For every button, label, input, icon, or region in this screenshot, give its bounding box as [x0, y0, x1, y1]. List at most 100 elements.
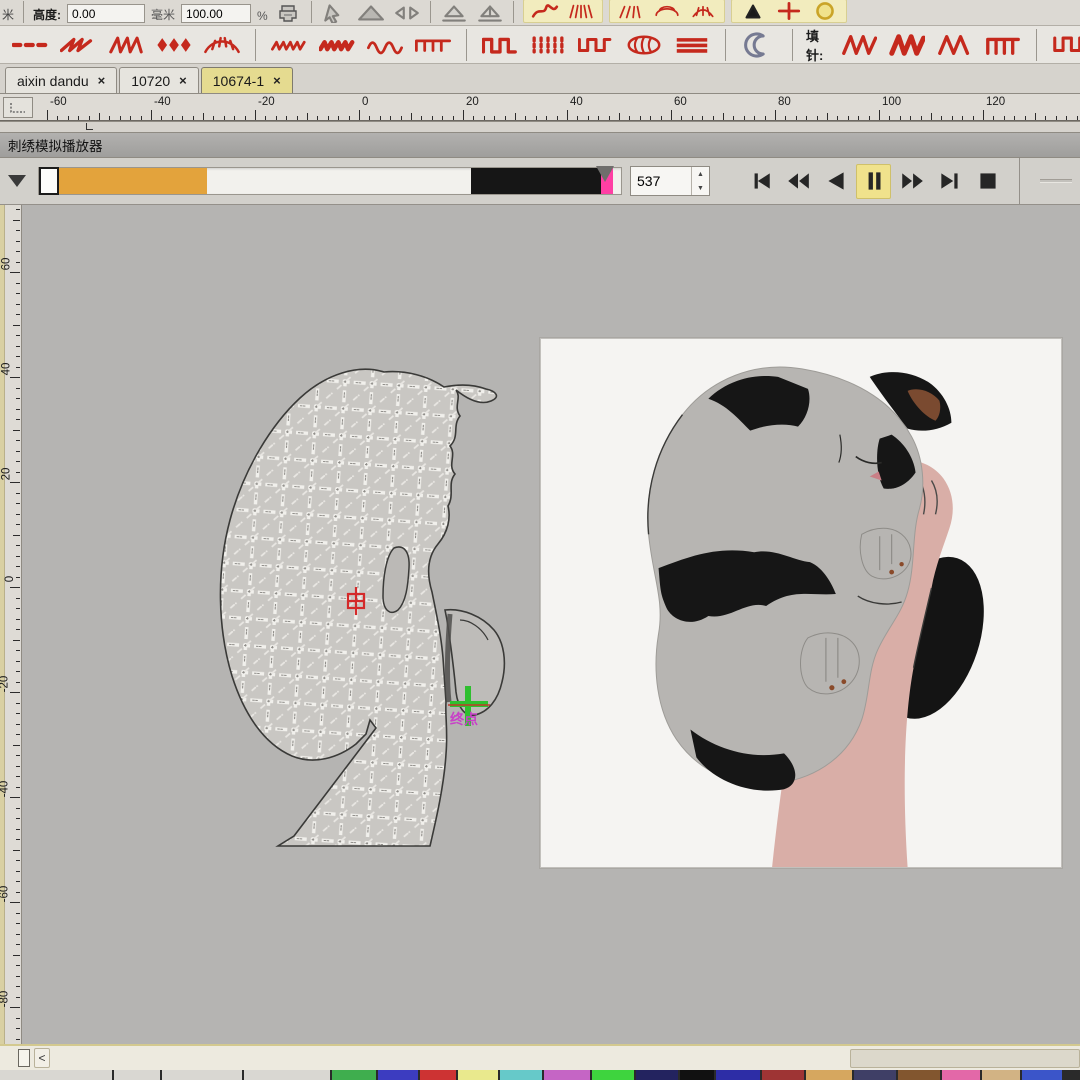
progress-start-handle[interactable] [39, 167, 59, 195]
clipped-unit-label: 米 [0, 6, 14, 23]
red-fringe-2-icon[interactable] [617, 1, 645, 21]
stitch-comb-top-icon[interactable] [415, 32, 451, 58]
scroll-left-button[interactable]: < [34, 1048, 50, 1068]
stitch-mm-icon[interactable] [937, 32, 973, 58]
underline-triangle-2-icon[interactable] [476, 3, 504, 23]
thread-color-swatch[interactable] [982, 1070, 1020, 1080]
yellow-circle-icon[interactable] [811, 1, 839, 21]
page-corner-icon [18, 1049, 30, 1067]
moon-crescent-icon[interactable] [741, 32, 777, 58]
thread-color-swatch[interactable] [162, 1070, 242, 1080]
stitch-fan-icon[interactable] [204, 32, 240, 58]
skip-start-button[interactable] [742, 164, 777, 199]
printer-icon[interactable] [274, 3, 302, 23]
progress-position-marker[interactable] [596, 166, 614, 182]
tab-close-icon[interactable]: × [179, 73, 187, 88]
stitch-wm-icon[interactable] [841, 32, 877, 58]
stitch-dot-columns-icon[interactable] [530, 32, 566, 58]
stitch-progress-track[interactable] [38, 167, 622, 195]
design-canvas[interactable]: 6040200-20-40-60-80 [0, 205, 1080, 1044]
underline-triangle-icon[interactable] [440, 3, 468, 23]
thread-color-swatch[interactable] [458, 1070, 498, 1080]
cursor-arrow-icon[interactable] [321, 3, 349, 23]
tab-close-icon[interactable]: × [273, 73, 281, 88]
stitch-dashes-icon[interactable] [12, 32, 48, 58]
height-input[interactable] [67, 4, 145, 23]
stitch-coil-icon[interactable] [626, 32, 662, 58]
stitch-wave-icon[interactable] [367, 32, 403, 58]
tab-close-icon[interactable]: × [98, 73, 106, 88]
stitch-zigzag-slant-icon[interactable] [60, 32, 96, 58]
stitch-number-spinner: ▲ ▼ [630, 166, 710, 196]
divider [1036, 29, 1037, 61]
fast-forward-button[interactable] [894, 164, 929, 199]
skip-end-button[interactable] [932, 164, 967, 199]
play-reverse-button[interactable] [818, 164, 853, 199]
divider [466, 29, 467, 61]
thread-color-swatch[interactable] [806, 1070, 852, 1080]
stitch-zigzag-dense-icon[interactable] [319, 32, 355, 58]
stitch-comb-vertical-icon[interactable] [985, 32, 1021, 58]
stitch-u-pulse-icon[interactable] [578, 32, 614, 58]
red-plus-icon[interactable] [775, 1, 803, 21]
flip-arrows-icon[interactable] [393, 3, 421, 23]
red-scribble-icon[interactable] [531, 1, 559, 21]
scale-input[interactable] [181, 4, 251, 23]
player-controls: ▲ ▼ [0, 158, 1080, 205]
ruler-origin-button[interactable] [3, 97, 33, 118]
pause-button[interactable] [856, 164, 891, 199]
stitch-number-input[interactable] [631, 167, 691, 195]
stitch-wm-bold-icon[interactable] [889, 32, 925, 58]
tab-aixin-dandu[interactable]: aixin dandu× [5, 67, 117, 93]
thread-color-swatch[interactable] [898, 1070, 940, 1080]
thread-color-swatch[interactable] [592, 1070, 634, 1080]
thread-color-swatch[interactable] [378, 1070, 418, 1080]
red-fringe-icon[interactable] [567, 1, 595, 21]
vertical-ruler: 6040200-20-40-60-80 [0, 205, 22, 1044]
stitch-h-bars-icon[interactable] [674, 32, 710, 58]
dropdown-triangle-icon[interactable] [4, 168, 30, 194]
divider [1019, 158, 1020, 204]
thread-color-swatch[interactable] [500, 1070, 542, 1080]
red-fringe-3-icon[interactable] [689, 1, 717, 21]
thread-color-swatch[interactable] [420, 1070, 456, 1080]
spin-up-icon[interactable]: ▲ [692, 167, 709, 181]
thread-color-swatch[interactable] [114, 1070, 160, 1080]
dark-stitch-strip [447, 614, 450, 702]
thread-color-swatch[interactable] [716, 1070, 760, 1080]
stitch-u-square-icon[interactable] [1052, 32, 1080, 58]
thread-color-swatch[interactable] [1022, 1070, 1062, 1080]
speed-slider[interactable] [1040, 179, 1072, 183]
toolbar1-group-e [731, 0, 847, 23]
thread-color-swatch[interactable] [942, 1070, 980, 1080]
tab-10674-1[interactable]: 10674-1 × [201, 67, 293, 93]
stitch-group-2 [259, 32, 463, 58]
height-label: 高度: [33, 6, 61, 23]
tab-10720[interactable]: 10720× [119, 67, 199, 93]
stitch-hatch-w-icon[interactable] [108, 32, 144, 58]
hruler-label: 20 [466, 96, 479, 108]
thread-color-swatch[interactable] [544, 1070, 590, 1080]
thread-color-swatch[interactable] [762, 1070, 804, 1080]
thread-color-swatch[interactable] [244, 1070, 330, 1080]
red-arc-icon[interactable] [653, 1, 681, 21]
divider [311, 1, 312, 23]
rewind-button[interactable] [780, 164, 815, 199]
stitch-zigzag-small-icon[interactable] [271, 32, 307, 58]
thread-color-swatch[interactable] [332, 1070, 376, 1080]
thread-color-swatch[interactable] [636, 1070, 678, 1080]
scrollbar-thumb[interactable] [850, 1049, 1080, 1068]
stitch-square-wave-icon[interactable] [482, 32, 518, 58]
stop-button[interactable] [970, 164, 1005, 199]
divider [513, 1, 514, 23]
thread-color-swatch[interactable] [680, 1070, 714, 1080]
thread-color-swatch[interactable] [854, 1070, 896, 1080]
gray-triangle-icon[interactable] [357, 3, 385, 23]
stitch-diamonds-icon[interactable] [156, 32, 192, 58]
tab-label: 10674-1 [213, 73, 264, 89]
spin-down-icon[interactable]: ▼ [692, 181, 709, 195]
thread-color-swatch[interactable] [0, 1070, 112, 1080]
black-triangle-icon[interactable] [739, 1, 767, 21]
hruler-label: -20 [258, 96, 275, 108]
horizontal-ruler: -60-40-20020406080100120 [0, 94, 1080, 122]
